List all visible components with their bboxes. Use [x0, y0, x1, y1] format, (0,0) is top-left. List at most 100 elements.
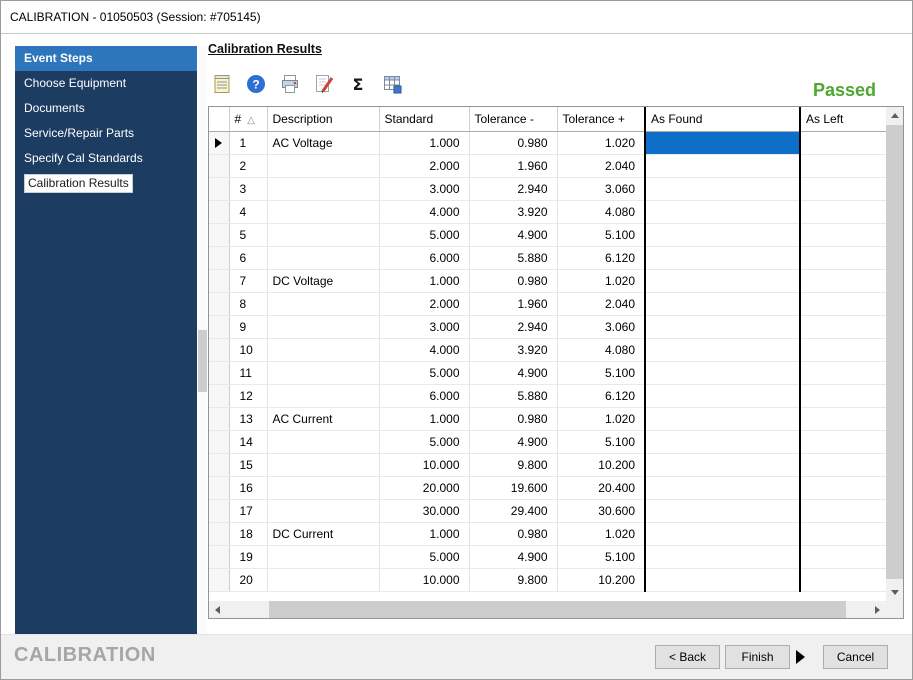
cell-description[interactable]: [267, 430, 379, 453]
cell-num[interactable]: 18: [229, 522, 267, 545]
cell-description[interactable]: [267, 315, 379, 338]
cell-tolerance-minus[interactable]: 2.940: [469, 315, 557, 338]
cell-tolerance-minus[interactable]: 0.980: [469, 131, 557, 154]
row-indicator[interactable]: [209, 131, 229, 154]
scroll-right-button[interactable]: [869, 601, 886, 618]
cell-standard[interactable]: 10.000: [379, 453, 469, 476]
row-indicator[interactable]: [209, 315, 229, 338]
cell-as-found[interactable]: [645, 177, 800, 200]
cell-num[interactable]: 3: [229, 177, 267, 200]
cell-num[interactable]: 10: [229, 338, 267, 361]
print-button[interactable]: [277, 71, 303, 97]
cell-tolerance-minus[interactable]: 3.920: [469, 200, 557, 223]
cell-num[interactable]: 19: [229, 545, 267, 568]
row-indicator[interactable]: [209, 545, 229, 568]
sum-button[interactable]: Σ: [345, 71, 371, 97]
cell-description[interactable]: [267, 545, 379, 568]
row-indicator[interactable]: [209, 384, 229, 407]
cell-description[interactable]: AC Voltage: [267, 131, 379, 154]
cell-standard[interactable]: 20.000: [379, 476, 469, 499]
cell-as-found[interactable]: [645, 361, 800, 384]
cell-tolerance-minus[interactable]: 4.900: [469, 545, 557, 568]
cell-description[interactable]: [267, 476, 379, 499]
cell-as-left[interactable]: [800, 292, 888, 315]
cell-standard[interactable]: 5.000: [379, 545, 469, 568]
cell-tolerance-minus[interactable]: 29.400: [469, 499, 557, 522]
cell-num[interactable]: 17: [229, 499, 267, 522]
cell-tolerance-plus[interactable]: 30.600: [557, 499, 645, 522]
header-as-found[interactable]: As Found: [645, 107, 800, 131]
cell-standard[interactable]: 10.000: [379, 568, 469, 591]
row-indicator[interactable]: [209, 292, 229, 315]
cell-as-found[interactable]: [645, 269, 800, 292]
cell-tolerance-plus[interactable]: 5.100: [557, 430, 645, 453]
cell-num[interactable]: 13: [229, 407, 267, 430]
cell-as-left[interactable]: [800, 131, 888, 154]
cell-as-found[interactable]: [645, 407, 800, 430]
cell-as-found[interactable]: [645, 223, 800, 246]
cell-num[interactable]: 7: [229, 269, 267, 292]
cell-tolerance-plus[interactable]: 2.040: [557, 292, 645, 315]
cell-as-left[interactable]: [800, 568, 888, 591]
cell-tolerance-minus[interactable]: 19.600: [469, 476, 557, 499]
cell-num[interactable]: 9: [229, 315, 267, 338]
cell-description[interactable]: DC Voltage: [267, 269, 379, 292]
cell-as-left[interactable]: [800, 430, 888, 453]
cell-as-found[interactable]: [645, 522, 800, 545]
cell-as-left[interactable]: [800, 407, 888, 430]
cell-as-left[interactable]: [800, 338, 888, 361]
cell-as-found[interactable]: [645, 476, 800, 499]
cell-as-found[interactable]: [645, 453, 800, 476]
cell-standard[interactable]: 2.000: [379, 292, 469, 315]
sidebar-scrollbar-thumb[interactable]: [198, 330, 207, 392]
row-indicator[interactable]: [209, 361, 229, 384]
cell-num[interactable]: 20: [229, 568, 267, 591]
cell-standard[interactable]: 5.000: [379, 430, 469, 453]
cell-as-left[interactable]: [800, 384, 888, 407]
row-indicator[interactable]: [209, 476, 229, 499]
cell-num[interactable]: 4: [229, 200, 267, 223]
header-tolerance-minus[interactable]: Tolerance -: [469, 107, 557, 131]
sidebar-scrollbar[interactable]: [198, 46, 207, 634]
cell-tolerance-plus[interactable]: 5.100: [557, 545, 645, 568]
cell-tolerance-plus[interactable]: 3.060: [557, 177, 645, 200]
cell-description[interactable]: [267, 453, 379, 476]
cell-description[interactable]: [267, 338, 379, 361]
cell-description[interactable]: [267, 292, 379, 315]
cell-as-found[interactable]: [645, 338, 800, 361]
cell-num[interactable]: 12: [229, 384, 267, 407]
cell-description[interactable]: [267, 177, 379, 200]
cell-as-left[interactable]: [800, 499, 888, 522]
vertical-scroll-thumb[interactable]: [886, 125, 903, 579]
row-indicator[interactable]: [209, 522, 229, 545]
row-indicator[interactable]: [209, 407, 229, 430]
scroll-left-button[interactable]: [209, 601, 226, 618]
cell-as-left[interactable]: [800, 200, 888, 223]
cell-standard[interactable]: 3.000: [379, 315, 469, 338]
cell-tolerance-plus[interactable]: 2.040: [557, 154, 645, 177]
cell-as-found[interactable]: [645, 154, 800, 177]
cell-as-left[interactable]: [800, 269, 888, 292]
cell-tolerance-plus[interactable]: 4.080: [557, 200, 645, 223]
cell-standard[interactable]: 1.000: [379, 131, 469, 154]
cell-standard[interactable]: 5.000: [379, 223, 469, 246]
row-indicator[interactable]: [209, 338, 229, 361]
scroll-down-button[interactable]: [886, 584, 903, 601]
cell-description[interactable]: [267, 246, 379, 269]
cell-tolerance-plus[interactable]: 5.100: [557, 223, 645, 246]
cell-standard[interactable]: 6.000: [379, 246, 469, 269]
cell-standard[interactable]: 1.000: [379, 269, 469, 292]
cell-tolerance-plus[interactable]: 10.200: [557, 568, 645, 591]
cell-num[interactable]: 14: [229, 430, 267, 453]
cell-tolerance-minus[interactable]: 4.900: [469, 430, 557, 453]
cell-tolerance-plus[interactable]: 5.100: [557, 361, 645, 384]
cell-as-found[interactable]: [645, 430, 800, 453]
cell-as-left[interactable]: [800, 522, 888, 545]
cell-tolerance-minus[interactable]: 1.960: [469, 154, 557, 177]
cell-num[interactable]: 11: [229, 361, 267, 384]
cell-as-found[interactable]: [645, 384, 800, 407]
cell-tolerance-plus[interactable]: 3.060: [557, 315, 645, 338]
cell-tolerance-minus[interactable]: 4.900: [469, 361, 557, 384]
edit-button[interactable]: [311, 71, 337, 97]
cell-standard[interactable]: 4.000: [379, 200, 469, 223]
